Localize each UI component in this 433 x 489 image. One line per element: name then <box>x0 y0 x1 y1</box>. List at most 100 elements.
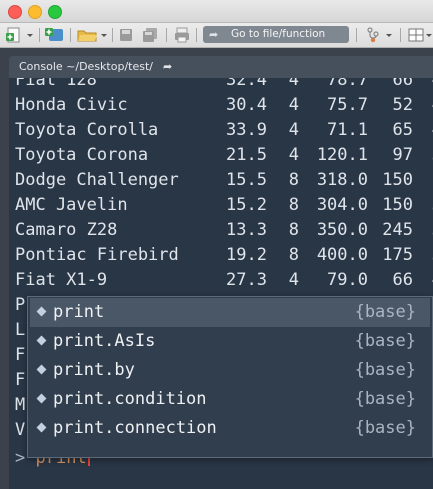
toolbar-separator <box>400 28 401 42</box>
clipped-row-initial: P <box>15 295 26 315</box>
popout-arrow-icon[interactable]: ➦ <box>163 56 172 78</box>
table-cell-mpg: 27.3 <box>226 270 267 290</box>
table-cell-mpg: 15.5 <box>226 170 267 190</box>
table-cell-cyl: 8 <box>288 245 299 265</box>
table-row: Camaro Z2813.38350.02453 <box>15 220 433 245</box>
diamond-function-icon <box>36 306 47 317</box>
print-button[interactable] <box>174 27 190 43</box>
clipped-row-initial: L <box>15 320 26 340</box>
window-title-bar <box>0 0 433 23</box>
diamond-function-icon <box>36 422 47 433</box>
table-cell-name: Honda Civic <box>15 95 128 115</box>
print-icon <box>175 27 189 43</box>
diamond-function-icon <box>36 393 47 404</box>
table-row: Fiat X1-927.3479.0664 <box>15 270 433 295</box>
table-cell-disp: 304.0 <box>316 195 368 215</box>
table-cell-mpg: 13.3 <box>226 220 267 240</box>
save-button[interactable] <box>119 27 133 43</box>
table-cell-name: Fiat X1-9 <box>15 270 108 290</box>
autocomplete-item[interactable]: print.connection {base} <box>30 414 430 443</box>
table-cell-disp: 120.1 <box>316 145 368 165</box>
table-cell-name: AMC Javelin <box>15 195 128 215</box>
autocomplete-item-package: {base} <box>354 389 416 409</box>
table-row: Toyota Corolla33.9471.1654 <box>15 120 433 145</box>
close-window-button[interactable] <box>8 5 22 19</box>
autocomplete-item-package: {base} <box>354 360 416 380</box>
main-toolbar: ➦ Go to file/function <box>0 23 433 48</box>
table-cell-disp: 71.1 <box>327 120 368 140</box>
table-cell-hp: 175 <box>382 245 413 265</box>
autocomplete-item-name: print <box>53 302 105 322</box>
table-cell-hp: 52 <box>392 95 413 115</box>
table-cell-mpg: 33.9 <box>226 120 267 140</box>
autocomplete-item-package: {base} <box>354 302 416 322</box>
open-folder-icon <box>77 30 107 42</box>
table-cell-cyl: 8 <box>288 195 299 215</box>
autocomplete-item[interactable]: print {base} <box>30 298 430 327</box>
table-cell-name: Toyota Corona <box>15 145 149 165</box>
table-cell-disp: 78.7 <box>327 78 368 90</box>
grid-layout-icon <box>408 28 432 42</box>
console-pane-header: Console ~/Desktop/test/ ➦ <box>9 56 433 78</box>
new-file-button[interactable] <box>6 27 34 43</box>
git-branch-icon <box>367 27 392 43</box>
open-file-button[interactable] <box>77 27 107 43</box>
toolbar-separator <box>70 28 71 42</box>
table-cell-name: Pontiac Firebird <box>15 245 179 265</box>
clipped-row-initial: M <box>15 395 26 415</box>
console-pane-title: Console ~/Desktop/test/ <box>19 60 153 73</box>
table-cell-cyl: 4 <box>288 78 299 90</box>
table-cell-name: Toyota Corolla <box>15 120 159 140</box>
table-cell-hp: 66 <box>392 270 413 290</box>
new-project-button[interactable] <box>45 27 67 43</box>
autocomplete-item-package: {base} <box>354 331 416 351</box>
autocomplete-item-name: print.connection <box>53 418 217 438</box>
save-all-icon <box>143 28 157 42</box>
table-cell-cyl: 8 <box>288 220 299 240</box>
table-cell-cyl: 4 <box>288 145 299 165</box>
table-cell-disp: 79.0 <box>327 270 368 290</box>
diamond-function-icon <box>36 335 47 346</box>
clipped-row-initial: V <box>15 420 26 440</box>
table-cell-name: Camaro Z28 <box>15 220 118 240</box>
minimize-window-button[interactable] <box>28 5 42 19</box>
go-to-file-function-input[interactable]: ➦ Go to file/function <box>203 26 349 43</box>
clipped-row-initial: F <box>15 370 26 390</box>
table-row: Dodge Challenger15.58318.01502 <box>15 170 433 195</box>
autocomplete-item-package: {base} <box>354 418 416 438</box>
table-cell-hp: 66 <box>392 78 413 90</box>
autocomplete-item-name: print.AsIs <box>53 331 156 351</box>
toolbar-separator <box>39 28 40 42</box>
toolbar-separator <box>356 28 357 42</box>
table-cell-mpg: 19.2 <box>226 245 267 265</box>
zoom-window-button[interactable] <box>48 5 62 19</box>
table-cell-hp: 150 <box>382 195 413 215</box>
table-row: Fiat 12832.4478.7664 <box>15 78 433 95</box>
table-row: Pontiac Firebird19.28400.01753 <box>15 245 433 270</box>
plus-new-file-icon <box>6 27 33 43</box>
table-cell-hp: 150 <box>382 170 413 190</box>
autocomplete-item[interactable]: print.condition {base} <box>30 385 430 414</box>
table-cell-disp: 318.0 <box>316 170 368 190</box>
version-control-button[interactable] <box>365 27 395 43</box>
table-cell-hp: 97 <box>392 145 413 165</box>
save-all-button[interactable] <box>142 27 158 43</box>
toolbar-separator <box>196 28 197 42</box>
pane-layout-button[interactable] <box>408 27 432 43</box>
autocomplete-item[interactable]: print.by {base} <box>30 356 430 385</box>
table-cell-cyl: 4 <box>288 120 299 140</box>
table-cell-mpg: 32.4 <box>226 78 267 90</box>
new-project-icon <box>45 28 63 41</box>
table-row: AMC Javelin15.28304.01503 <box>15 195 433 220</box>
table-cell-cyl: 4 <box>288 95 299 115</box>
table-cell-mpg: 30.4 <box>226 95 267 115</box>
table-cell-mpg: 15.2 <box>226 195 267 215</box>
table-cell-disp: 75.7 <box>327 95 368 115</box>
table-cell-name: Fiat 128 <box>15 78 97 90</box>
table-cell-disp: 400.0 <box>316 245 368 265</box>
autocomplete-popup[interactable]: print {base} print.AsIs {base} print.by {base… <box>27 296 433 458</box>
autocomplete-item-name: print.condition <box>53 389 207 409</box>
autocomplete-item-name: print.by <box>53 360 135 380</box>
clipped-row-initial: F <box>15 345 26 365</box>
autocomplete-item[interactable]: print.AsIs {base} <box>30 327 430 356</box>
